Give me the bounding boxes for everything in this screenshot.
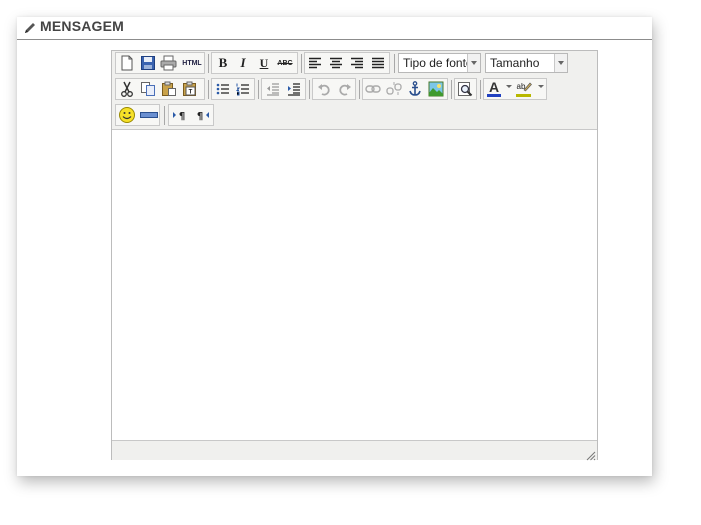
svg-text:A: A (489, 80, 499, 95)
strikethrough-label: ABC (277, 59, 293, 67)
svg-text:¶: ¶ (197, 111, 203, 121)
chevron-down-icon (554, 54, 567, 72)
font-family-value: Tipo de fonte (403, 56, 473, 70)
image-icon[interactable] (426, 79, 446, 99)
font-size-select[interactable]: Tamanho (485, 53, 568, 73)
paste-icon[interactable] (159, 79, 179, 99)
message-card: MENSAGEM HTML B I U ABC Tipo de fonte Ta… (17, 17, 652, 476)
toolbar-separator (451, 80, 452, 99)
new-document-icon[interactable] (117, 53, 137, 73)
toolbar-row-2: T A ab (112, 77, 597, 103)
bold-icon[interactable]: B (213, 53, 233, 73)
toolbar-separator (164, 106, 165, 125)
link-icon[interactable] (363, 79, 383, 99)
editor-content-area[interactable] (112, 130, 597, 440)
align-right-icon[interactable] (347, 53, 367, 73)
chevron-down-icon[interactable] (506, 85, 512, 88)
html-source-label: HTML (182, 59, 202, 67)
toolbar-separator (359, 80, 360, 99)
strikethrough-icon[interactable]: ABC (275, 53, 295, 73)
save-icon[interactable] (138, 53, 158, 73)
redo-icon[interactable] (335, 79, 355, 99)
font-family-select[interactable]: Tipo de fonte (398, 53, 481, 73)
chevron-down-icon (467, 54, 480, 72)
toolbar-separator (394, 54, 395, 73)
align-justify-icon[interactable] (368, 53, 388, 73)
italic-icon[interactable]: I (233, 53, 253, 73)
cut-icon[interactable] (117, 79, 137, 99)
copy-icon[interactable] (138, 79, 158, 99)
pencil-icon (23, 21, 37, 35)
underline-label: U (259, 55, 269, 70)
underline-icon[interactable]: U (254, 53, 274, 73)
toolbar-separator (301, 54, 302, 73)
html-source-icon[interactable]: HTML (180, 53, 204, 73)
indent-icon[interactable] (284, 79, 304, 99)
outdent-icon[interactable] (263, 79, 283, 99)
unlink-icon[interactable] (384, 79, 404, 99)
svg-text:T: T (189, 90, 193, 96)
highlight-color-icon[interactable]: ab (514, 79, 534, 99)
toolbar-separator (309, 80, 310, 99)
print-icon[interactable] (159, 53, 179, 73)
font-size-value: Tamanho (490, 56, 540, 70)
toolbar-row-3: ¶ ¶ (112, 103, 597, 129)
undo-icon[interactable] (314, 79, 334, 99)
bullet-list-icon[interactable] (213, 79, 233, 99)
align-left-icon[interactable] (305, 53, 325, 73)
numbered-list-icon[interactable] (233, 79, 253, 99)
bold-label: B (218, 55, 228, 70)
section-title: MENSAGEM (40, 18, 125, 34)
editor-toolbar: HTML B I U ABC Tipo de fonte Tamanho T A… (112, 51, 597, 130)
toolbar-separator (208, 80, 209, 99)
rich-text-editor: HTML B I U ABC Tipo de fonte Tamanho T A… (111, 50, 598, 461)
align-center-icon[interactable] (326, 53, 346, 73)
editor-status-bar (112, 440, 597, 461)
resize-handle-icon[interactable] (585, 448, 596, 461)
section-header: MENSAGEM (17, 17, 652, 40)
toolbar-separator (258, 80, 259, 99)
toolbar-separator (480, 80, 481, 99)
chevron-down-icon[interactable] (538, 85, 544, 88)
emoticon-icon[interactable] (117, 105, 137, 125)
paste-text-icon[interactable]: T (180, 79, 200, 99)
toolbar-separator (208, 54, 209, 73)
preview-icon[interactable] (455, 79, 475, 99)
horizontal-rule-icon[interactable] (139, 105, 159, 125)
italic-label: I (240, 55, 246, 70)
svg-text:¶: ¶ (179, 111, 185, 121)
rtl-icon[interactable]: ¶ (192, 105, 212, 125)
ltr-icon[interactable]: ¶ (170, 105, 190, 125)
anchor-icon[interactable] (405, 79, 425, 99)
text-color-icon[interactable]: A (484, 79, 504, 99)
toolbar-row-1: HTML B I U ABC Tipo de fonte Tamanho (112, 51, 597, 77)
